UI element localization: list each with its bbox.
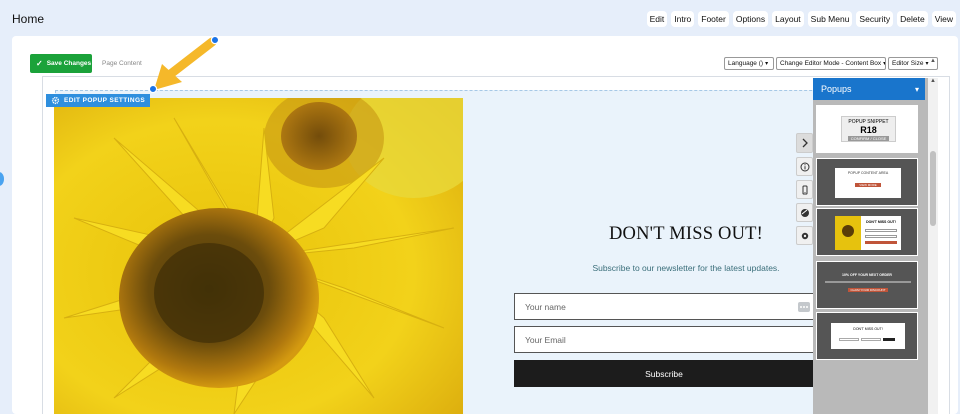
breadcrumb: Page Content	[102, 60, 142, 67]
page-title: Home	[12, 12, 45, 26]
popup-thumbnail[interactable]: DON'T MISS OUT!	[816, 312, 918, 360]
collapse-panel-button[interactable]	[796, 133, 813, 153]
menu-options[interactable]: Options	[732, 11, 769, 27]
popups-panel: Popups ▾ POPUP SNIPPET R18 CONFIRM / CLO…	[813, 78, 928, 414]
color-button[interactable]	[796, 203, 813, 222]
side-tools	[796, 133, 813, 249]
side-handle[interactable]	[0, 172, 4, 186]
menu-security[interactable]: Security	[856, 11, 894, 27]
popup-subline: Subscribe to our newsletter for the late…	[592, 263, 780, 273]
menu-view[interactable]: View	[931, 11, 956, 27]
menu-edit[interactable]: Edit	[646, 11, 668, 27]
editor-mode-select[interactable]: Change Editor Mode - Content Box ▾	[776, 57, 886, 70]
chevron-down-icon: ▾	[883, 61, 886, 67]
gear-icon	[801, 232, 808, 239]
menu-layout[interactable]: Layout	[772, 11, 804, 27]
info-button[interactable]	[796, 157, 813, 176]
mobile-icon	[802, 185, 807, 194]
popup-thumbnail[interactable]: POPUP SNIPPET R18 CONFIRM / CLOSE	[816, 105, 918, 153]
mobile-preview-button[interactable]	[796, 180, 813, 199]
palette-icon	[800, 208, 809, 217]
popup-thumbnail[interactable]: DON'T MISS OUT!	[816, 208, 918, 256]
sunflower-image	[54, 98, 463, 414]
menu-sub-menu[interactable]: Sub Menu	[807, 11, 853, 27]
scroll-up-icon[interactable]: ▲	[930, 78, 936, 84]
scrollbar-thumb[interactable]	[930, 151, 936, 226]
menu-delete[interactable]: Delete	[897, 11, 928, 27]
chevron-down-icon: ▾	[765, 61, 769, 67]
popup-headline: DON'T MISS OUT!	[609, 224, 763, 244]
more-dots-icon[interactable]	[798, 302, 810, 312]
top-menu: Edit Intro Footer Options Layout Sub Men…	[646, 11, 956, 27]
popup-thumbnail[interactable]: POPUP CONTENT AREA VIEW MORE	[816, 158, 918, 206]
settings-button[interactable]	[796, 226, 813, 245]
popups-scrollbar[interactable]: ▲	[928, 78, 938, 414]
popups-dropdown[interactable]: Popups ▾	[813, 78, 925, 100]
chevron-right-icon	[802, 138, 808, 148]
sunflower-thumb	[835, 216, 861, 250]
subscribe-button[interactable]: Subscribe	[514, 360, 814, 387]
info-icon	[800, 162, 809, 171]
language-select[interactable]: Language () ▾	[724, 57, 774, 70]
save-changes-button[interactable]: ✓ Save Changes	[30, 54, 92, 73]
check-icon: ✓	[36, 59, 43, 68]
menu-footer[interactable]: Footer	[698, 11, 729, 27]
scroll-up-icon[interactable]: ▲	[928, 58, 938, 68]
chevron-down-icon: ▾	[914, 84, 919, 94]
popup-thumbnail[interactable]: 10% OFF YOUR NEXT ORDER CLAIM YOUR DISCO…	[816, 261, 918, 309]
gear-icon	[51, 96, 60, 105]
top-bar: Home Edit Intro Footer Options Layout Su…	[0, 0, 960, 36]
email-input[interactable]: Your Email	[514, 326, 814, 353]
edit-popup-settings-button[interactable]: EDIT POPUP SETTINGS	[46, 94, 150, 107]
pointer-arrow-icon	[148, 35, 220, 94]
name-input[interactable]: Your name	[514, 293, 814, 320]
save-label: Save Changes	[46, 60, 92, 67]
menu-intro[interactable]: Intro	[671, 11, 695, 27]
